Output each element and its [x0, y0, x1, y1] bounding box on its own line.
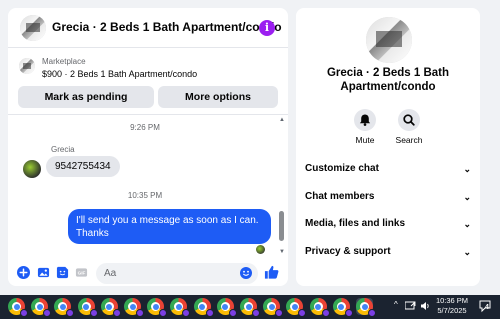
composer: GIF Aa	[8, 260, 288, 286]
conversation-info-panel: Grecia · 2 Beds 1 Bath Apartment/condo M…	[296, 8, 480, 286]
chevron-down-icon: ⌄	[463, 247, 471, 257]
scrollbar-thumb[interactable]	[279, 211, 284, 241]
mute-button[interactable]	[354, 109, 376, 131]
chrome-icon[interactable]	[124, 298, 144, 317]
notification-button[interactable]: 4	[478, 299, 492, 313]
chevron-down-icon: ⌄	[463, 164, 471, 174]
taskbar: ^ 10:36 PM 5/7/2025 4	[0, 295, 500, 319]
section-label: Chat members	[305, 191, 375, 202]
scrollbar[interactable]: ▲ ▼	[278, 115, 286, 260]
info-title: Grecia · 2 Beds 1 Bath Apartment/condo	[326, 67, 450, 93]
gif-icon[interactable]: GIF	[75, 266, 88, 279]
chrome-icon[interactable]	[332, 298, 353, 317]
listing-avatar[interactable]	[20, 15, 46, 41]
incoming-message[interactable]: 9542755434	[46, 156, 120, 177]
chat-header: Grecia · 2 Beds 1 Bath Apartment/condo i	[8, 8, 288, 48]
bell-icon	[359, 114, 371, 126]
mark-as-pending-button[interactable]: Mark as pending	[18, 86, 154, 108]
scroll-down-icon[interactable]: ▼	[279, 249, 285, 255]
section-label: Media, files and links	[305, 218, 406, 229]
info-icon[interactable]: i	[259, 20, 275, 36]
marketplace-banner: Marketplace $900 · 2 Beds 1 Bath Apartme…	[8, 48, 288, 114]
scroll-up-icon[interactable]: ▲	[279, 117, 285, 123]
emoji-icon[interactable]	[240, 267, 252, 279]
search-label: Search	[395, 135, 423, 145]
chrome-icon[interactable]	[286, 298, 307, 317]
system-clock[interactable]: 10:36 PM 5/7/2025	[434, 296, 470, 316]
notification-count: 4	[485, 304, 489, 311]
chrome-icon[interactable]	[77, 298, 98, 317]
listing-thumbnail[interactable]	[19, 58, 35, 74]
search-button[interactable]	[398, 109, 420, 131]
chrome-icon[interactable]	[240, 298, 260, 317]
marketplace-label: Marketplace	[42, 57, 86, 66]
mute-label: Mute	[355, 135, 375, 145]
message-list: 9:26 PM Grecia 9542755434 10:35 PM I'll …	[8, 115, 288, 260]
clock-time: 10:36 PM	[435, 296, 469, 305]
chat-title[interactable]: Grecia · 2 Beds 1 Bath Apartment/condo	[52, 20, 282, 34]
search-icon	[403, 114, 415, 126]
plus-icon[interactable]	[17, 266, 30, 279]
message-input[interactable]: Aa	[96, 263, 258, 284]
chevron-down-icon: ⌄	[463, 192, 471, 202]
timestamp: 9:26 PM	[130, 123, 160, 132]
section-label: Privacy & support	[305, 246, 391, 257]
chrome-icon[interactable]	[356, 298, 376, 317]
chrome-icon[interactable]	[54, 298, 75, 317]
section-media-files-links[interactable]: Media, files and links ⌄	[305, 214, 475, 234]
chrome-icon[interactable]	[147, 298, 168, 317]
chrome-icon[interactable]	[170, 298, 191, 317]
chrome-icon[interactable]	[216, 298, 237, 317]
chrome-icon[interactable]	[263, 298, 284, 317]
thumbs-up-icon[interactable]	[264, 264, 279, 280]
chrome-icon[interactable]	[8, 298, 28, 317]
chevron-down-icon: ⌄	[463, 219, 471, 229]
chrome-icon[interactable]	[31, 298, 52, 317]
outgoing-message[interactable]: I'll send you a message as soon as I can…	[68, 209, 271, 244]
listing-avatar-large[interactable]	[366, 17, 412, 63]
sender-name: Grecia	[51, 145, 75, 154]
svg-text:GIF: GIF	[78, 271, 86, 276]
chat-panel: Grecia · 2 Beds 1 Bath Apartment/condo i…	[8, 8, 288, 286]
network-icon[interactable]	[405, 301, 416, 311]
section-chat-members[interactable]: Chat members ⌄	[305, 187, 475, 207]
chrome-icon[interactable]	[193, 298, 214, 317]
listing-price-title[interactable]: $900 · 2 Beds 1 Bath Apartment/condo	[42, 69, 197, 79]
more-options-button[interactable]: More options	[158, 86, 278, 108]
clock-date: 5/7/2025	[437, 306, 467, 315]
sender-avatar[interactable]	[23, 160, 41, 178]
volume-icon[interactable]	[420, 301, 430, 311]
section-privacy-support[interactable]: Privacy & support ⌄	[305, 242, 475, 262]
chrome-icon[interactable]	[100, 298, 121, 317]
chevron-up-icon[interactable]: ^	[394, 300, 398, 309]
timestamp: 10:35 PM	[127, 191, 163, 200]
section-label: Customize chat	[305, 163, 379, 174]
chrome-icon[interactable]	[309, 298, 330, 317]
sticker-icon[interactable]	[56, 266, 69, 279]
section-customize-chat[interactable]: Customize chat ⌄	[305, 159, 475, 179]
seen-avatar	[256, 245, 265, 254]
photo-icon[interactable]	[37, 266, 50, 279]
